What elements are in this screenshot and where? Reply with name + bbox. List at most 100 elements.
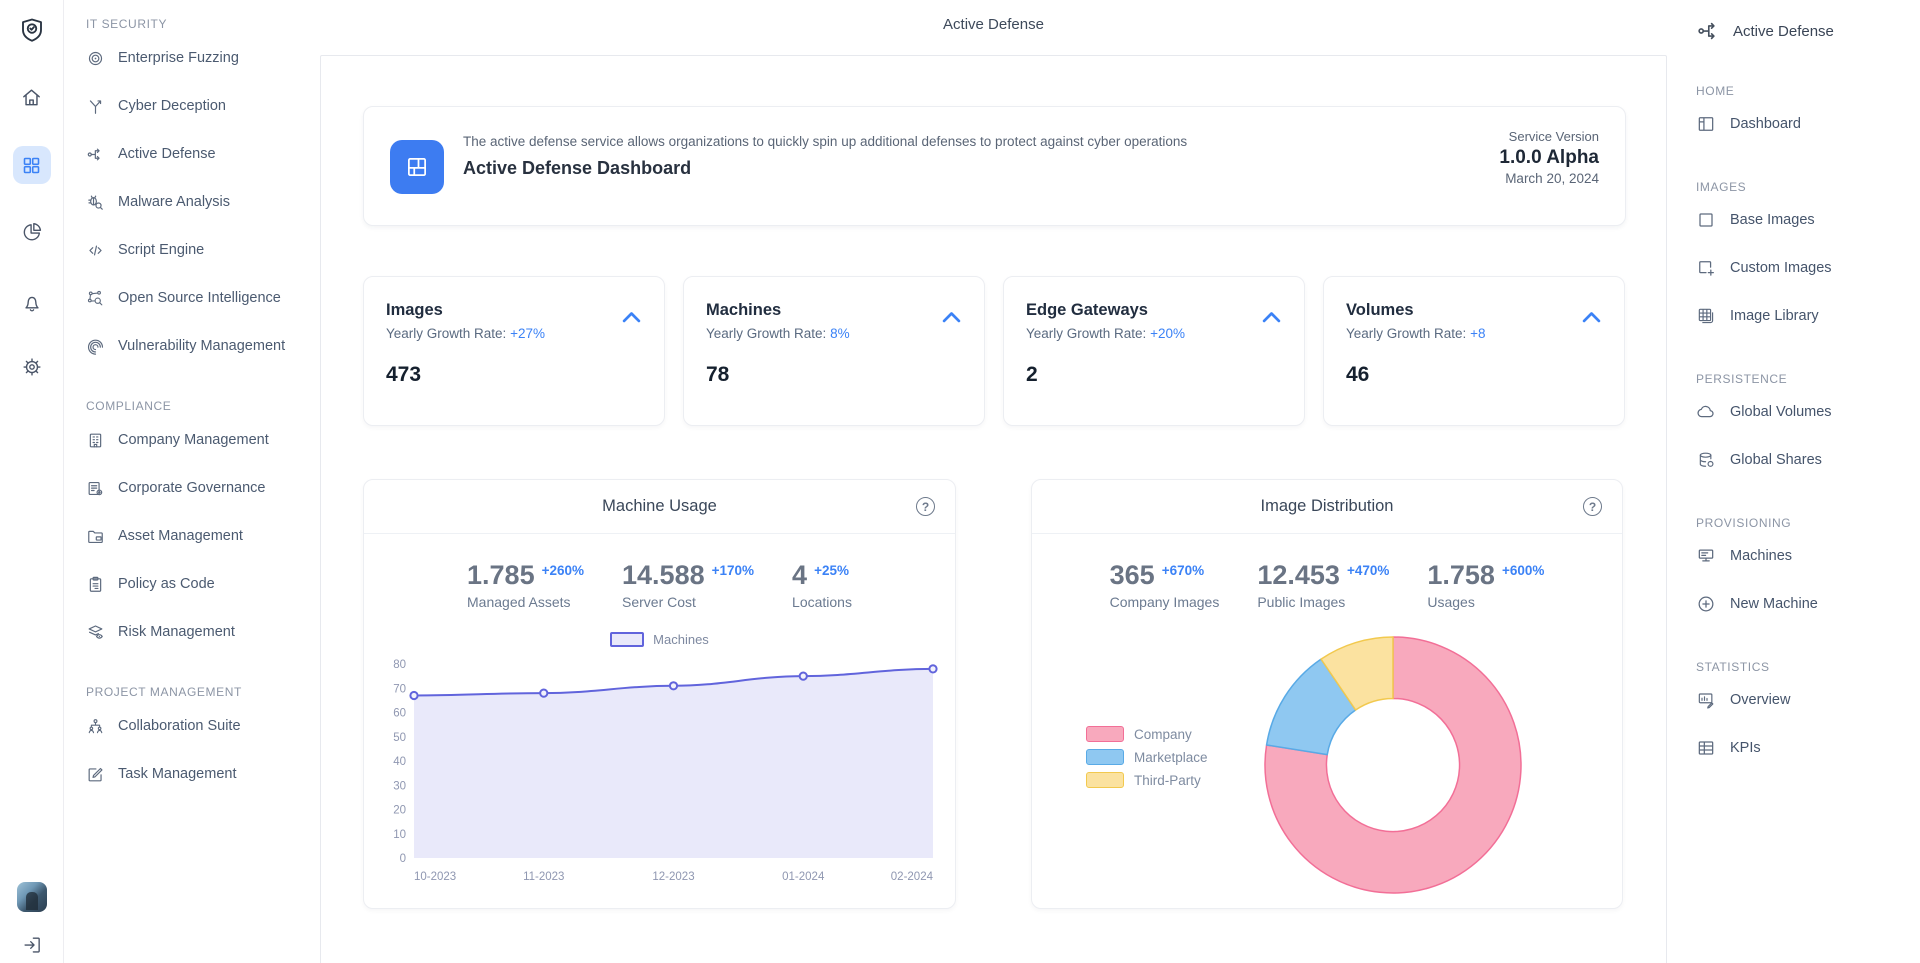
nav-item-new-machine[interactable]: New Machine: [1690, 580, 1912, 628]
edit-square-icon: [86, 765, 105, 784]
nav-item-global-volumes[interactable]: Global Volumes: [1690, 388, 1912, 436]
nav-item-base-images[interactable]: Base Images: [1690, 196, 1912, 244]
sidebar-item-collaboration-suite[interactable]: Collaboration Suite: [86, 702, 320, 750]
help-icon[interactable]: ?: [916, 497, 935, 516]
section-title-provisioning: PROVISIONING: [1690, 514, 1912, 532]
nav-item-kpis[interactable]: KPIs: [1690, 724, 1912, 772]
sidebar-item-active-defense[interactable]: Active Defense: [86, 130, 320, 178]
cloud-icon: [1696, 402, 1716, 422]
svg-text:50: 50: [393, 732, 406, 744]
chevron-up-icon[interactable]: [1259, 305, 1284, 330]
notifications-bell-icon[interactable]: [13, 284, 51, 322]
svg-text:60: 60: [393, 708, 406, 720]
service-version-block: Service Version 1.0.0 Alpha March 20, 20…: [1499, 129, 1599, 186]
legend-item-company[interactable]: Company: [1086, 726, 1208, 742]
legend-swatch-machines: [610, 632, 644, 647]
code-icon: [86, 241, 105, 260]
nav-item-machines[interactable]: Machines: [1690, 532, 1912, 580]
sidebar-item-malware-analysis[interactable]: Malware Analysis: [86, 178, 320, 226]
overview-card: The active defense service allows organi…: [363, 106, 1626, 226]
overview-description: The active defense service allows organi…: [463, 134, 1187, 149]
database-icon: [1696, 450, 1716, 470]
service-version-date: March 20, 2024: [1499, 171, 1599, 186]
nav-item-image-library[interactable]: Image Library: [1690, 292, 1912, 340]
table-icon: [1696, 738, 1716, 758]
overview-title: Active Defense Dashboard: [463, 158, 691, 179]
svg-text:70: 70: [393, 683, 406, 695]
chevron-up-icon[interactable]: [939, 305, 964, 330]
legend-label-machines: Machines: [653, 632, 709, 647]
sidebar-item-company-management[interactable]: Company Management: [86, 416, 320, 464]
sidebar-item-policy-as-code[interactable]: Policy as Code: [86, 560, 320, 608]
legend-swatch-third-party: [1086, 772, 1124, 788]
sidebar-item-task-management[interactable]: Task Management: [86, 750, 320, 798]
svg-text:30: 30: [393, 780, 406, 792]
service-version-value: 1.0.0 Alpha: [1499, 147, 1599, 169]
section-title-it-security: IT SECURITY: [86, 14, 320, 34]
sidebar-item-risk-management[interactable]: Risk Management: [86, 608, 320, 656]
dashboard-tile-icon: [390, 140, 444, 194]
nav-item-overview[interactable]: Overview: [1690, 676, 1912, 724]
plus-circle-icon: [1696, 594, 1716, 614]
page-title: Active Defense: [320, 0, 1667, 49]
stat-growth: Yearly Growth Rate: 8%: [706, 326, 962, 341]
flow-branch-icon: [86, 145, 105, 164]
legend-swatch-company: [1086, 726, 1124, 742]
machine-usage-kpis: 1.785+260% Managed Assets 14.588+170% Se…: [364, 560, 955, 610]
fork-branch-icon: [86, 97, 105, 116]
home-icon[interactable]: [13, 78, 51, 116]
layout-icon: [1696, 114, 1716, 134]
section-title-home: HOME: [1690, 82, 1912, 100]
logout-icon[interactable]: [13, 926, 51, 963]
fingerprint-icon: [86, 337, 105, 356]
svg-text:11-2023: 11-2023: [523, 871, 564, 883]
kpi-server-cost: 14.588+170% Server Cost: [622, 560, 754, 610]
image-distribution-donut: [1202, 575, 1592, 905]
app-logo-shield-icon: [14, 13, 50, 49]
svg-text:01-2024: 01-2024: [782, 871, 825, 883]
apps-grid-icon[interactable]: [13, 146, 51, 184]
bullseye-icon: [86, 49, 105, 68]
nav-item-global-shares[interactable]: Global Shares: [1690, 436, 1912, 484]
user-avatar[interactable]: [17, 882, 47, 912]
section-title-persistence: PERSISTENCE: [1690, 370, 1912, 388]
svg-text:10-2023: 10-2023: [414, 871, 456, 883]
document-gear-icon: [86, 479, 105, 498]
sidebar-item-open-source-intelligence[interactable]: Open Source Intelligence: [86, 274, 320, 322]
sidebar-item-script-engine[interactable]: Script Engine: [86, 226, 320, 274]
legend-item-third-party[interactable]: Third-Party: [1086, 772, 1208, 788]
section-title-images: IMAGES: [1690, 178, 1912, 196]
nav-item-custom-images[interactable]: Custom Images: [1690, 244, 1912, 292]
line-legend[interactable]: Machines: [364, 632, 955, 647]
stat-growth: Yearly Growth Rate: +20%: [1026, 326, 1282, 341]
stat-growth: Yearly Growth Rate: +27%: [386, 326, 642, 341]
sidebar-item-asset-management[interactable]: Asset Management: [86, 512, 320, 560]
network-search-icon: [86, 289, 105, 308]
stat-title: Volumes: [1346, 301, 1602, 320]
svg-text:12-2023: 12-2023: [652, 871, 694, 883]
folder-icon: [86, 527, 105, 546]
sidebar-item-corporate-governance[interactable]: Corporate Governance: [86, 464, 320, 512]
pie-chart-icon[interactable]: [13, 213, 51, 251]
stat-growth: Yearly Growth Rate: +8: [1346, 326, 1602, 341]
legend-swatch-marketplace: [1086, 749, 1124, 765]
svg-text:02-2024: 02-2024: [891, 871, 934, 883]
svg-text:10: 10: [393, 829, 406, 841]
help-icon[interactable]: ?: [1583, 497, 1602, 516]
sidebar-item-cyber-deception[interactable]: Cyber Deception: [86, 82, 320, 130]
stat-value: 78: [706, 363, 962, 387]
card-header: Machine Usage ?: [364, 480, 955, 534]
grid-stack-icon: [1696, 306, 1716, 326]
stat-value: 473: [386, 363, 642, 387]
server-icon: [1696, 546, 1716, 566]
settings-gear-icon[interactable]: [13, 348, 51, 386]
svg-text:80: 80: [393, 659, 406, 671]
svg-text:20: 20: [393, 805, 406, 817]
legend-item-marketplace[interactable]: Marketplace: [1086, 749, 1208, 765]
sidebar-item-vulnerability-management[interactable]: Vulnerability Management: [86, 322, 320, 370]
chevron-up-icon[interactable]: [619, 305, 644, 330]
nav-item-dashboard[interactable]: Dashboard: [1690, 100, 1912, 148]
stat-value: 2: [1026, 363, 1282, 387]
sidebar-item-enterprise-fuzzing[interactable]: Enterprise Fuzzing: [86, 34, 320, 82]
chevron-up-icon[interactable]: [1579, 305, 1604, 330]
